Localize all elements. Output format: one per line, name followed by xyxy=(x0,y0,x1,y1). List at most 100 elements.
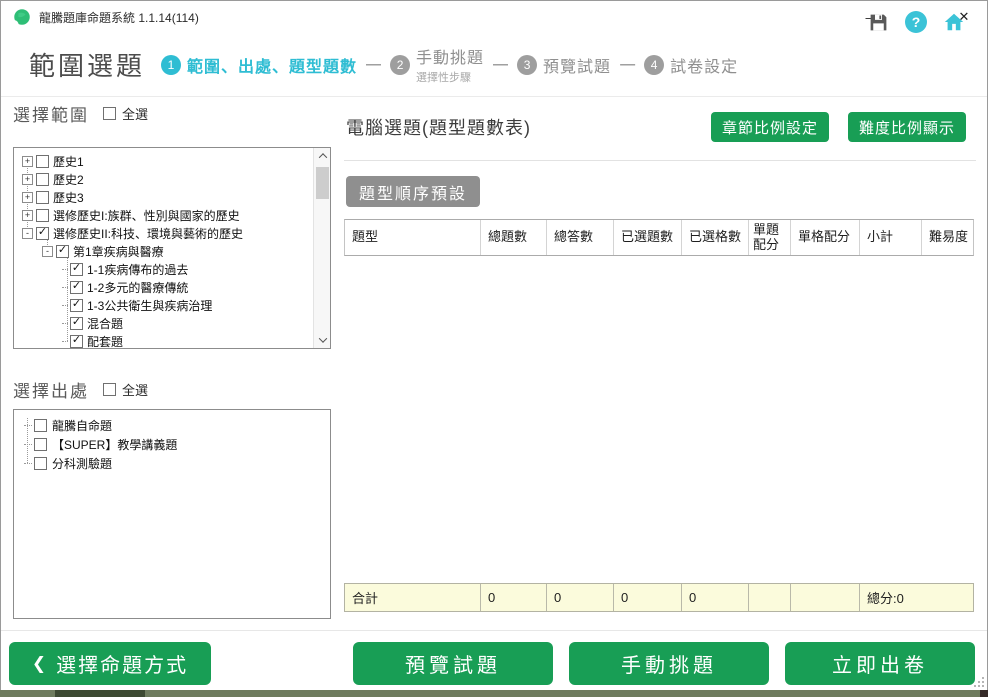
tree-item[interactable]: 混合題 xyxy=(14,314,312,332)
tree-item[interactable]: + 歷史2 xyxy=(14,170,312,188)
checkbox-checked[interactable] xyxy=(70,334,83,348)
list-item-label: 【SUPER】教學講義題 xyxy=(52,438,178,452)
checkbox-checked[interactable] xyxy=(70,280,83,294)
tree-item[interactable]: 1-1疾病傳布的過去 xyxy=(14,260,312,278)
range-section-title: 選擇範圍 xyxy=(13,106,89,125)
question-type-table: 題型 總題數 總答數 已選題數 已選格數 單題配分 單格配分 小計 難易度 合計… xyxy=(344,219,974,612)
expand-plus-icon[interactable]: + xyxy=(22,209,33,221)
tree-item[interactable]: - 選修歷史II:科技、環境與藝術的歷史 xyxy=(14,224,312,242)
tree-item[interactable]: + 選修歷史I:族群、性別與國家的歷史 xyxy=(14,206,312,224)
list-item[interactable]: 龍騰自命題 xyxy=(14,416,328,435)
tree-connector xyxy=(24,463,32,464)
checkbox[interactable] xyxy=(36,172,49,186)
checkbox[interactable] xyxy=(34,438,47,451)
tree-item[interactable]: 1-3公共衛生與疾病治理 xyxy=(14,296,312,314)
step-2: 2 手動挑題 選擇性步驟 xyxy=(390,44,484,85)
tree-item[interactable]: + 歷史1 xyxy=(14,152,312,170)
expand-plus-icon[interactable]: + xyxy=(22,191,33,203)
checkbox[interactable] xyxy=(36,208,49,222)
expand-plus-icon[interactable]: + xyxy=(22,173,33,185)
tree-item-label: 歷史1 xyxy=(53,154,84,169)
tree-item-label: 歷史2 xyxy=(53,172,84,187)
step-1: 1 範圍、出處、題型題數 xyxy=(161,53,357,77)
header: 範圍選題 1 範圍、出處、題型題數 — 2 手動挑題 選擇性步驟 — 3 預覽試… xyxy=(1,33,987,97)
checkbox[interactable] xyxy=(34,457,47,470)
scroll-down-icon[interactable] xyxy=(314,332,330,348)
table-header-cell: 單題配分 xyxy=(749,220,791,255)
list-item-label: 分科測驗題 xyxy=(52,457,113,471)
checkbox-checked[interactable] xyxy=(36,226,49,240)
tree-item[interactable]: + 歷史3 xyxy=(14,188,312,206)
back-to-method-button[interactable]: ❮ 選擇命題方式 xyxy=(9,642,211,685)
tree-item-label: 選修歷史II:科技、環境與藝術的歷史 xyxy=(53,226,244,241)
checkbox[interactable] xyxy=(36,154,49,168)
scrollbar-thumb[interactable] xyxy=(316,167,329,199)
scroll-up-icon[interactable] xyxy=(314,148,330,164)
source-list: 龍騰自命題 【SUPER】教學講義題 分科測驗題 xyxy=(13,409,331,619)
difficulty-ratio-button[interactable]: 難度比例顯示 xyxy=(847,112,966,142)
table-header-cell: 題型 xyxy=(345,220,481,255)
table-header-cell: 總答數 xyxy=(547,220,614,255)
expand-minus-icon[interactable]: - xyxy=(42,245,53,257)
source-section-title: 選擇出處 xyxy=(13,382,89,401)
tree-connector xyxy=(24,444,32,445)
expand-plus-icon[interactable]: + xyxy=(22,155,33,167)
table-footer-row: 合計 0 0 0 0 總分:0 xyxy=(344,583,974,612)
resize-grip[interactable] xyxy=(974,677,984,687)
help-icon[interactable]: ? xyxy=(905,11,927,33)
chevron-left-icon: ❮ xyxy=(31,653,49,673)
left-column: 選擇範圍 全選 + 歷史1 + 歷史2 + 歷史3 + 選修歷史I:族群、性別與… xyxy=(13,101,331,621)
checkbox-checked[interactable] xyxy=(70,316,83,330)
checkbox-checked[interactable] xyxy=(70,262,83,276)
step-3: 3 預覽試題 xyxy=(517,53,611,77)
main-panel-title: 電腦選題(題型題數表) xyxy=(346,118,531,138)
checkbox-checked[interactable] xyxy=(70,298,83,312)
app-window: 龍騰題庫命題系統 1.1.14(114) — □ ✕ 範圍選題 1 範圍、出處、… xyxy=(0,0,988,691)
tree-item-label: 第1章疾病與醫療 xyxy=(73,244,164,259)
list-item[interactable]: 分科測驗題 xyxy=(14,454,328,473)
tree-item[interactable]: 1-2多元的醫療傳統 xyxy=(14,278,312,296)
range-select-all[interactable]: 全選 xyxy=(103,104,148,123)
footer-total-score: 總分:0 xyxy=(867,591,904,606)
tree-item[interactable]: 配套題 xyxy=(14,332,312,348)
question-type-order-preset-button[interactable]: 題型順序預設 xyxy=(346,176,481,207)
tree-item-label: 歷史3 xyxy=(53,190,84,205)
source-section-header: 選擇出處 全選 xyxy=(13,377,148,402)
save-icon[interactable] xyxy=(868,12,889,33)
checkbox[interactable] xyxy=(36,190,49,204)
source-select-all-label: 全選 xyxy=(122,383,149,398)
generate-exam-button[interactable]: 立即出卷 xyxy=(785,642,975,685)
step-2-label: 手動挑題 xyxy=(416,50,485,67)
back-button-label: 選擇命題方式 xyxy=(56,655,189,677)
chapter-ratio-button[interactable]: 章節比例設定 xyxy=(710,112,829,142)
tree-connector xyxy=(62,286,68,288)
footer-per-cell-score xyxy=(791,584,860,611)
checkbox-checked[interactable] xyxy=(56,244,69,258)
source-select-all[interactable]: 全選 xyxy=(103,380,148,399)
step-dash: — xyxy=(366,56,382,73)
list-item[interactable]: 【SUPER】教學講義題 xyxy=(14,435,328,454)
step-4-number: 4 xyxy=(644,54,665,75)
home-icon[interactable] xyxy=(943,11,965,33)
step-1-number: 1 xyxy=(161,54,182,75)
preview-questions-button[interactable]: 預覽試題 xyxy=(353,642,553,685)
source-select-all-checkbox[interactable] xyxy=(103,383,116,396)
footer-selected-cells: 0 xyxy=(682,584,749,611)
tree-connector xyxy=(24,425,32,426)
step-1-label: 範圍、出處、題型題數 xyxy=(187,58,358,76)
range-section-header: 選擇範圍 全選 xyxy=(13,101,331,126)
manual-pick-button[interactable]: 手動挑題 xyxy=(569,642,769,685)
range-tree: + 歷史1 + 歷史2 + 歷史3 + 選修歷史I:族群、性別與國家的歷史 - … xyxy=(13,147,331,349)
step-2-number: 2 xyxy=(390,54,411,75)
expand-minus-icon[interactable]: - xyxy=(22,227,33,239)
checkbox[interactable] xyxy=(34,419,47,432)
footer-total-questions: 0 xyxy=(481,584,547,611)
range-select-all-checkbox[interactable] xyxy=(103,107,116,120)
tree-item-label: 混合題 xyxy=(87,316,124,331)
step-2-sublabel: 選擇性步驟 xyxy=(416,72,472,84)
tree-item[interactable]: - 第1章疾病與醫療 xyxy=(14,242,312,260)
tree-scrollbar[interactable] xyxy=(313,148,330,348)
app-logo-icon xyxy=(14,9,30,25)
divider xyxy=(344,160,976,161)
footer-total-label: 合計 xyxy=(345,584,481,611)
